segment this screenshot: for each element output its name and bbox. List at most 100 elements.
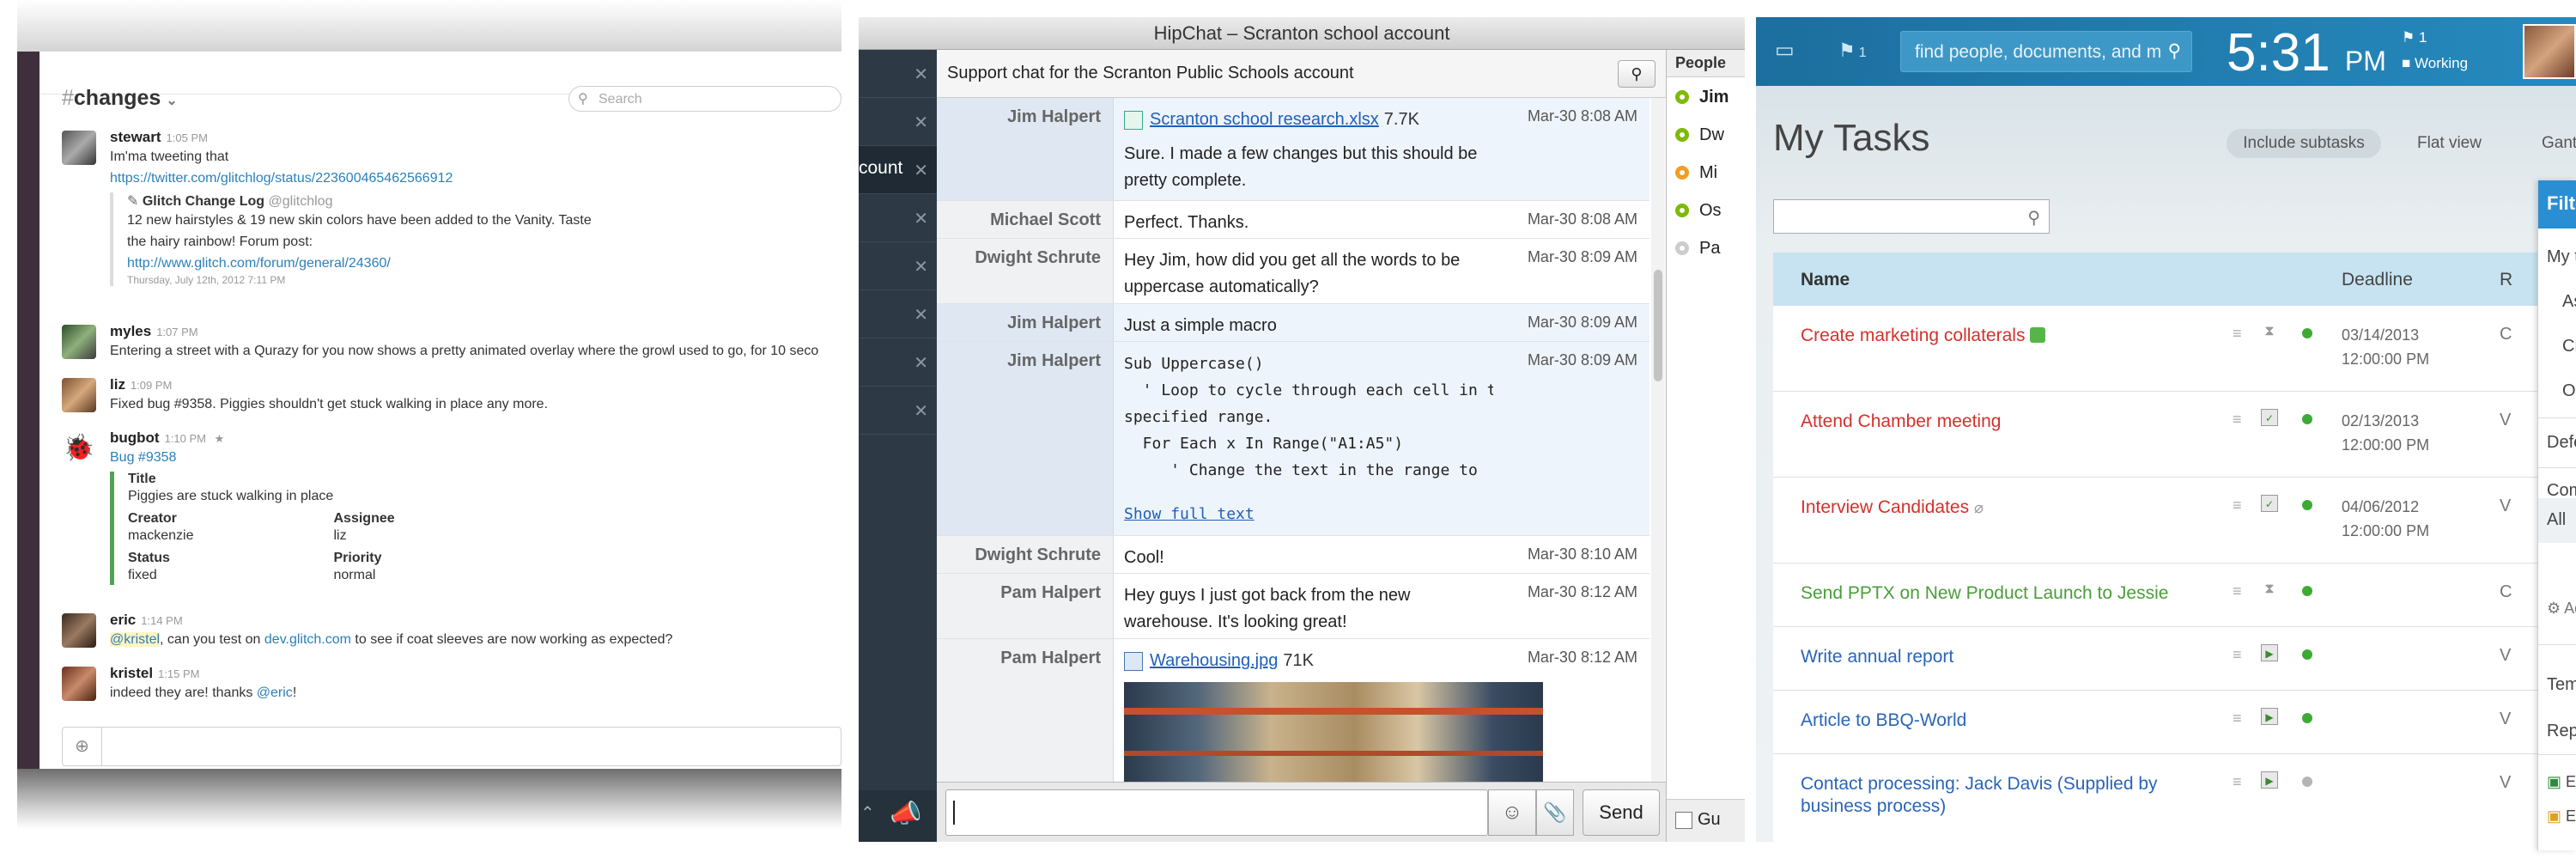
room-tab[interactable]: ✕ — [859, 290, 937, 338]
menu-icon[interactable]: ≡ — [2233, 325, 2242, 343]
close-icon[interactable]: ✕ — [914, 208, 928, 229]
work-status[interactable]: ■ Working — [2402, 55, 2468, 72]
ladybug-avatar-icon[interactable]: 🐞 — [62, 431, 96, 466]
checked-icon[interactable]: ✓ — [2261, 409, 2278, 426]
send-button[interactable]: Send — [1583, 789, 1660, 836]
room-tab[interactable]: ✕ — [859, 387, 937, 435]
menu-icon[interactable]: ≡ — [2233, 497, 2242, 515]
filter-option-selected[interactable]: All — [2538, 498, 2576, 543]
add-filter-link[interactable]: ⚙ Add — [2547, 600, 2576, 618]
star-icon[interactable]: ★ — [211, 432, 225, 445]
search-input[interactable]: find people, documents, and m ⚲ — [1900, 31, 2192, 72]
checked-icon[interactable]: ✓ — [2261, 495, 2278, 512]
column-deadline[interactable]: Deadline — [2342, 270, 2413, 290]
task-name[interactable]: Create marketing collaterals — [1801, 325, 2204, 347]
task-name[interactable]: Contact processing: Jack Davis (Supplied… — [1801, 773, 2204, 818]
megaphone-icon[interactable]: 📣 — [890, 799, 921, 829]
chat-icon[interactable]: ▭ — [1775, 38, 1795, 63]
file-link[interactable]: Scranton school research.xlsx — [1150, 110, 1379, 129]
user-mention[interactable]: @eric — [257, 685, 293, 700]
room-tab[interactable]: ✕ — [859, 98, 937, 146]
close-icon[interactable]: ✕ — [914, 112, 928, 133]
emoticon-icon[interactable]: ☺ — [1488, 789, 1536, 836]
message-author[interactable]: myles — [110, 323, 151, 339]
search-button[interactable]: ⚲ — [1618, 60, 1656, 88]
avatar[interactable] — [62, 131, 96, 165]
person-item[interactable]: Dw — [1675, 125, 1724, 145]
filter-option[interactable]: Defer — [2547, 433, 2576, 453]
message-link[interactable]: dev.glitch.com — [264, 632, 351, 647]
flat-view-link[interactable]: Flat view — [2417, 134, 2482, 153]
table-row[interactable]: Send PPTX on New Product Launch to Jessi… — [1773, 564, 2546, 627]
file-link[interactable]: Warehousing.jpg — [1150, 651, 1278, 670]
chevron-up-icon[interactable]: ⌃ — [860, 802, 875, 824]
filter-option[interactable]: Ob — [2562, 381, 2576, 401]
export-outlook-option[interactable]: ▣ Ex — [2547, 807, 2576, 825]
chat-scrollbar[interactable] — [1651, 98, 1665, 782]
table-row[interactable]: Create marketing collaterals ≡ ⧗ 03/14/2… — [1773, 306, 2546, 392]
play-icon[interactable]: ▶ — [2261, 644, 2278, 661]
task-name[interactable]: Attend Chamber meeting — [1801, 411, 2204, 433]
close-icon[interactable]: ✕ — [914, 400, 928, 422]
person-item[interactable]: Mi — [1675, 163, 1717, 183]
close-icon[interactable]: ✕ — [914, 352, 928, 374]
message-author[interactable]: bugbot — [110, 430, 160, 446]
play-icon[interactable]: ▶ — [2261, 771, 2278, 789]
menu-icon[interactable]: ≡ — [2233, 773, 2242, 791]
search-input[interactable]: ⚲ Search — [568, 86, 841, 112]
table-row[interactable]: Interview Candidates ⌀ ≡ ✓ 04/06/2012 12:… — [1773, 478, 2546, 564]
close-icon[interactable]: ✕ — [914, 256, 928, 277]
filter-option[interactable]: Templ — [2547, 675, 2576, 695]
room-tab-active[interactable]: count ✕ — [859, 146, 937, 194]
room-tab[interactable]: ✕ — [859, 194, 937, 242]
close-icon[interactable]: ✕ — [914, 64, 928, 85]
avatar[interactable] — [62, 613, 96, 648]
person-item[interactable]: Jim — [1675, 88, 1728, 107]
room-tab[interactable]: ✕ — [859, 242, 937, 290]
room-tab[interactable]: ✕ — [859, 338, 937, 387]
message-author[interactable]: kristel — [110, 665, 153, 681]
person-item[interactable]: Pa — [1675, 239, 1720, 259]
column-more[interactable]: R — [2500, 270, 2512, 290]
bug-link[interactable]: Bug #9358 — [110, 450, 176, 465]
message-input[interactable]: ⊕ — [62, 727, 841, 766]
avatar[interactable] — [62, 667, 96, 701]
task-name[interactable]: Write annual report — [1801, 646, 2204, 668]
menu-icon[interactable]: ≡ — [2233, 646, 2242, 664]
upload-icon[interactable]: ⊕ — [63, 728, 102, 765]
filter-header[interactable]: Filter — [2538, 180, 2576, 228]
table-row[interactable]: Write annual report ≡ ▶ V — [1773, 627, 2546, 691]
avatar[interactable] — [62, 325, 96, 359]
message-author[interactable]: stewart — [110, 129, 161, 145]
message-input[interactable] — [945, 789, 1488, 836]
flag-status[interactable]: ⚑ 1 — [2402, 29, 2427, 46]
close-icon[interactable]: ✕ — [914, 304, 928, 326]
menu-icon[interactable]: ≡ — [2233, 411, 2242, 429]
guest-access-checkbox[interactable] — [1675, 812, 1692, 829]
message-author[interactable]: liz — [110, 376, 125, 393]
menu-icon[interactable]: ≡ — [2233, 710, 2242, 728]
channel-name[interactable]: #changes ⌄ — [62, 86, 178, 111]
attachment-icon[interactable]: 📎 — [1536, 789, 1574, 836]
column-name[interactable]: Name — [1801, 270, 1850, 290]
table-row[interactable]: Contact processing: Jack Davis (Supplied… — [1773, 754, 2546, 840]
filter-option[interactable]: Repor — [2547, 722, 2576, 741]
avatar[interactable] — [2523, 24, 2576, 79]
person-item[interactable]: Os — [1675, 201, 1722, 221]
user-mention[interactable]: @kristel — [110, 632, 161, 647]
play-icon[interactable]: ▶ — [2261, 708, 2278, 725]
close-icon[interactable]: ✕ — [914, 160, 928, 181]
gantt-view-link[interactable]: Gant — [2542, 134, 2576, 153]
message-author[interactable]: eric — [110, 612, 136, 628]
task-name[interactable]: Interview Candidates ⌀ — [1801, 497, 2204, 519]
filter-option[interactable]: Cre — [2562, 337, 2576, 356]
room-tab[interactable]: ✕ — [859, 50, 937, 98]
task-name[interactable]: Send PPTX on New Product Launch to Jessi… — [1801, 582, 2204, 605]
task-search-input[interactable]: ⚲ — [1773, 199, 2050, 234]
filter-option[interactable]: My ta — [2547, 247, 2576, 267]
warehouse-image-preview[interactable] — [1124, 682, 1543, 782]
clock[interactable]: 5:31 PM — [2227, 22, 2386, 83]
show-full-text-link[interactable]: Show full text — [1124, 505, 1255, 523]
notifications-icon[interactable]: ⚑ 1 — [1838, 40, 1867, 62]
include-subtasks-toggle[interactable]: Include subtasks — [2227, 129, 2381, 158]
